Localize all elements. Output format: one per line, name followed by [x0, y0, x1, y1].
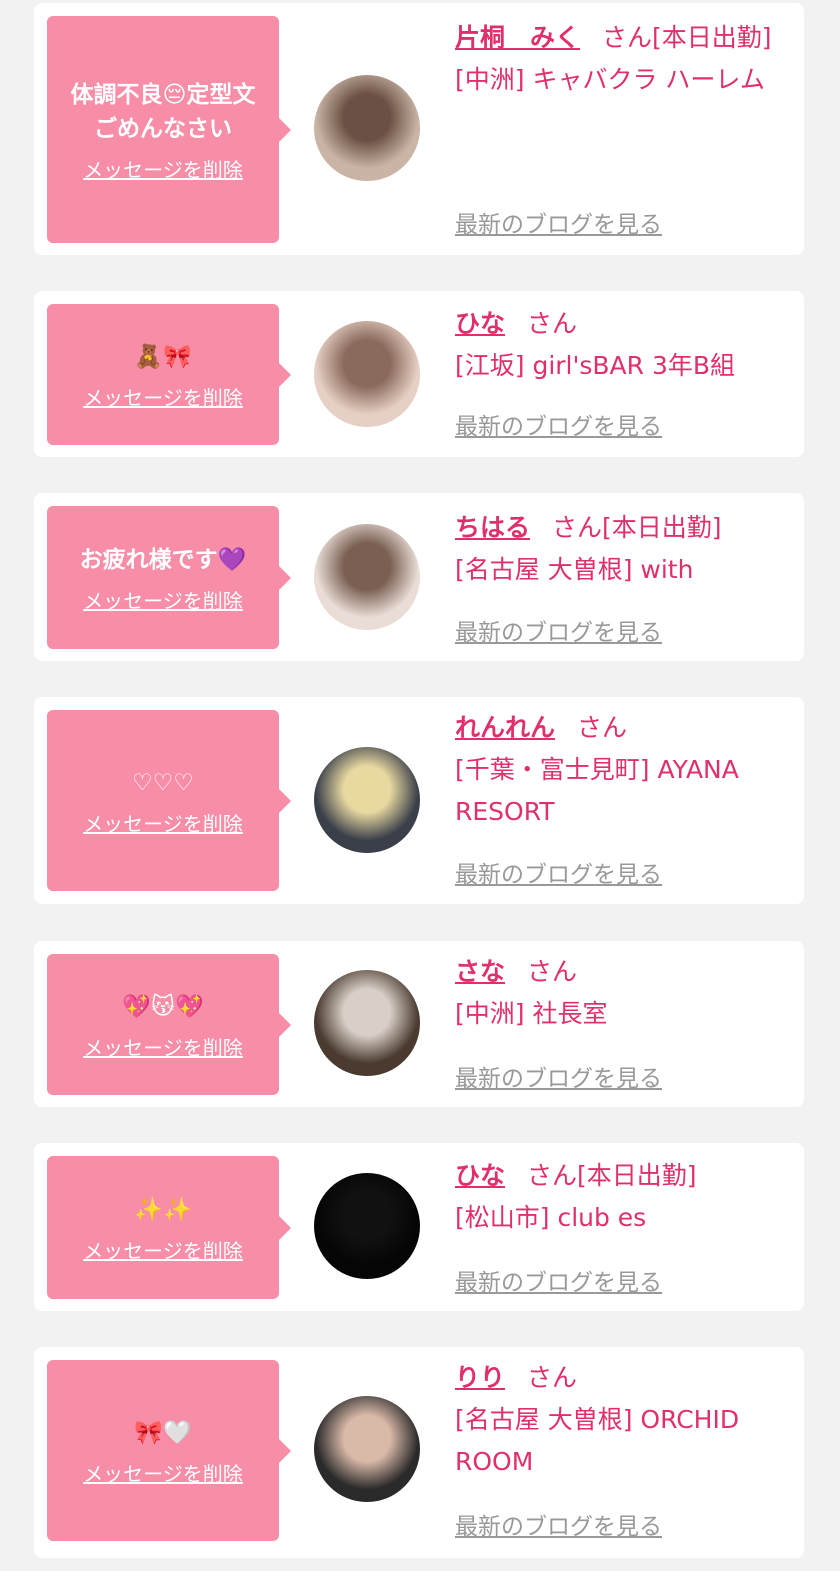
avatar-image: [314, 1173, 420, 1279]
delete-message-link[interactable]: メッセージを削除: [83, 1462, 243, 1486]
message-text: ✨✨: [134, 1196, 192, 1223]
delete-message-link[interactable]: メッセージを削除: [83, 812, 243, 836]
message-text: 体調不良😔定型文 ごめんなさい: [70, 81, 256, 142]
shop-name: [中洲] キャバクラ ハーレム: [455, 65, 765, 94]
cast-name-link[interactable]: さな: [455, 957, 505, 986]
cast-info: 片桐 みく さん[本日出勤] [中洲] キャバクラ ハーレム: [455, 17, 775, 101]
cast-info: ひな さん[本日出勤] [松山市] club es: [455, 1155, 775, 1239]
delete-message-link[interactable]: メッセージを削除: [83, 386, 243, 410]
delete-message-link[interactable]: メッセージを削除: [83, 589, 243, 613]
latest-blog-link[interactable]: 最新のブログを見る: [455, 407, 662, 441]
message-bubble: ✨✨ メッセージを削除: [47, 1156, 291, 1299]
latest-blog-link[interactable]: 最新のブログを見る: [455, 855, 662, 889]
message-card: 体調不良😔定型文 ごめんなさいメッセージを削除 片桐 みく さん[本日出勤] [中洲]…: [34, 3, 804, 255]
message-bubble: 体調不良😔定型文 ごめんなさいメッセージを削除: [47, 16, 291, 243]
latest-blog-link[interactable]: 最新のブログを見る: [455, 1507, 662, 1541]
name-line: 片桐 みく さん[本日出勤]: [455, 17, 775, 59]
avatar[interactable]: [314, 970, 420, 1076]
message-card: ♡♡♡ メッセージを削除 れんれん さん [千葉・富士見町] AYANA RESORT 最…: [34, 697, 804, 904]
avatar-image: [314, 747, 420, 853]
honorific: さん: [527, 1363, 578, 1392]
avatar[interactable]: [314, 1396, 420, 1502]
message-bubble: 💖😽💖 メッセージを削除: [47, 954, 291, 1095]
honorific: さん: [552, 513, 603, 542]
honorific: さん: [527, 309, 578, 338]
cast-name-link[interactable]: りり: [455, 1363, 505, 1392]
honorific: さん: [577, 713, 628, 742]
latest-blog-link[interactable]: 最新のブログを見る: [455, 613, 662, 647]
attendance-status: [本日出勤]: [577, 1161, 697, 1190]
delete-message-link[interactable]: メッセージを削除: [83, 1239, 243, 1263]
avatar[interactable]: [314, 321, 420, 427]
message-card: ✨✨ メッセージを削除 ひな さん[本日出勤] [松山市] club es 最新のブログを…: [34, 1143, 804, 1311]
latest-blog-link[interactable]: 最新のブログを見る: [455, 1263, 662, 1297]
cast-info: りり さん [名古屋 大曽根] ORCHID ROOM: [455, 1357, 775, 1483]
delete-message-link[interactable]: メッセージを削除: [83, 158, 243, 182]
avatar[interactable]: [314, 524, 420, 630]
message-card: 🎀🤍 メッセージを削除 りり さん [名古屋 大曽根] ORCHID ROOM 最新のブロ…: [34, 1347, 804, 1558]
latest-blog-link[interactable]: 最新のブログを見る: [455, 1059, 662, 1093]
delete-message-link[interactable]: メッセージを削除: [83, 1036, 243, 1060]
avatar[interactable]: [314, 75, 420, 181]
cast-info: れんれん さん [千葉・富士見町] AYANA RESORT: [455, 707, 775, 833]
cast-name-link[interactable]: ひな: [455, 309, 505, 338]
message-text: お疲れ様です💜: [79, 546, 247, 573]
cast-name-link[interactable]: 片桐 みく: [455, 23, 580, 52]
cast-info: ちはる さん[本日出勤] [名古屋 大曽根] with: [455, 507, 775, 591]
avatar[interactable]: [314, 1173, 420, 1279]
message-card: 💖😽💖 メッセージを削除 さな さん [中洲] 社長室最新のブログを見る: [34, 941, 804, 1107]
avatar[interactable]: [314, 747, 420, 853]
shop-name: [中洲] 社長室: [455, 999, 608, 1028]
message-bubble: お疲れ様です💜 メッセージを削除: [47, 506, 291, 649]
message-bubble: ♡♡♡ メッセージを削除: [47, 710, 291, 891]
shop-name: [名古屋 大曽根] ORCHID ROOM: [455, 1405, 740, 1476]
name-line: さな さん: [455, 951, 775, 993]
avatar-image: [314, 75, 420, 181]
avatar-image: [314, 970, 420, 1076]
honorific: さん: [527, 1161, 578, 1190]
attendance-status: [本日出勤]: [652, 23, 772, 52]
attendance-status: [本日出勤]: [602, 513, 722, 542]
message-bubble: 🎀🤍 メッセージを削除: [47, 1360, 291, 1541]
name-line: ひな さん: [455, 303, 775, 345]
cast-name-link[interactable]: ひな: [455, 1161, 505, 1190]
message-text: 🧸🎀: [134, 343, 192, 370]
shop-name: [千葉・富士見町] AYANA RESORT: [455, 755, 739, 826]
message-text: 🎀🤍: [134, 1419, 192, 1446]
shop-name: [松山市] club es: [455, 1203, 647, 1232]
shop-name: [名古屋 大曽根] with: [455, 555, 694, 584]
name-line: りり さん: [455, 1357, 775, 1399]
message-card: お疲れ様です💜 メッセージを削除 ちはる さん[本日出勤] [名古屋 大曽根] with…: [34, 493, 804, 661]
name-line: ひな さん[本日出勤]: [455, 1155, 775, 1197]
message-card: 🧸🎀 メッセージを削除 ひな さん [江坂] girl'sBAR 3年B組最新のブログを…: [34, 291, 804, 457]
name-line: れんれん さん: [455, 707, 775, 749]
honorific: さん: [527, 957, 578, 986]
message-text: ♡♡♡: [132, 769, 194, 796]
name-line: ちはる さん[本日出勤]: [455, 507, 775, 549]
latest-blog-link[interactable]: 最新のブログを見る: [455, 205, 662, 239]
honorific: さん: [602, 23, 653, 52]
cast-info: ひな さん [江坂] girl'sBAR 3年B組: [455, 303, 775, 387]
avatar-image: [314, 1396, 420, 1502]
message-list: 体調不良😔定型文 ごめんなさい メッセージを削除 片桐 みく さん[本日出勤] [中洲]…: [0, 0, 840, 1571]
cast-name-link[interactable]: ちはる: [455, 513, 530, 542]
shop-name: [江坂] girl'sBAR 3年B組: [455, 351, 736, 380]
cast-info: さな さん [中洲] 社長室: [455, 951, 775, 1035]
message-text: 💖😽💖: [122, 993, 204, 1020]
message-bubble: 🧸🎀 メッセージを削除: [47, 304, 291, 445]
avatar-image: [314, 524, 420, 630]
avatar-image: [314, 321, 420, 427]
cast-name-link[interactable]: れんれん: [455, 713, 555, 742]
